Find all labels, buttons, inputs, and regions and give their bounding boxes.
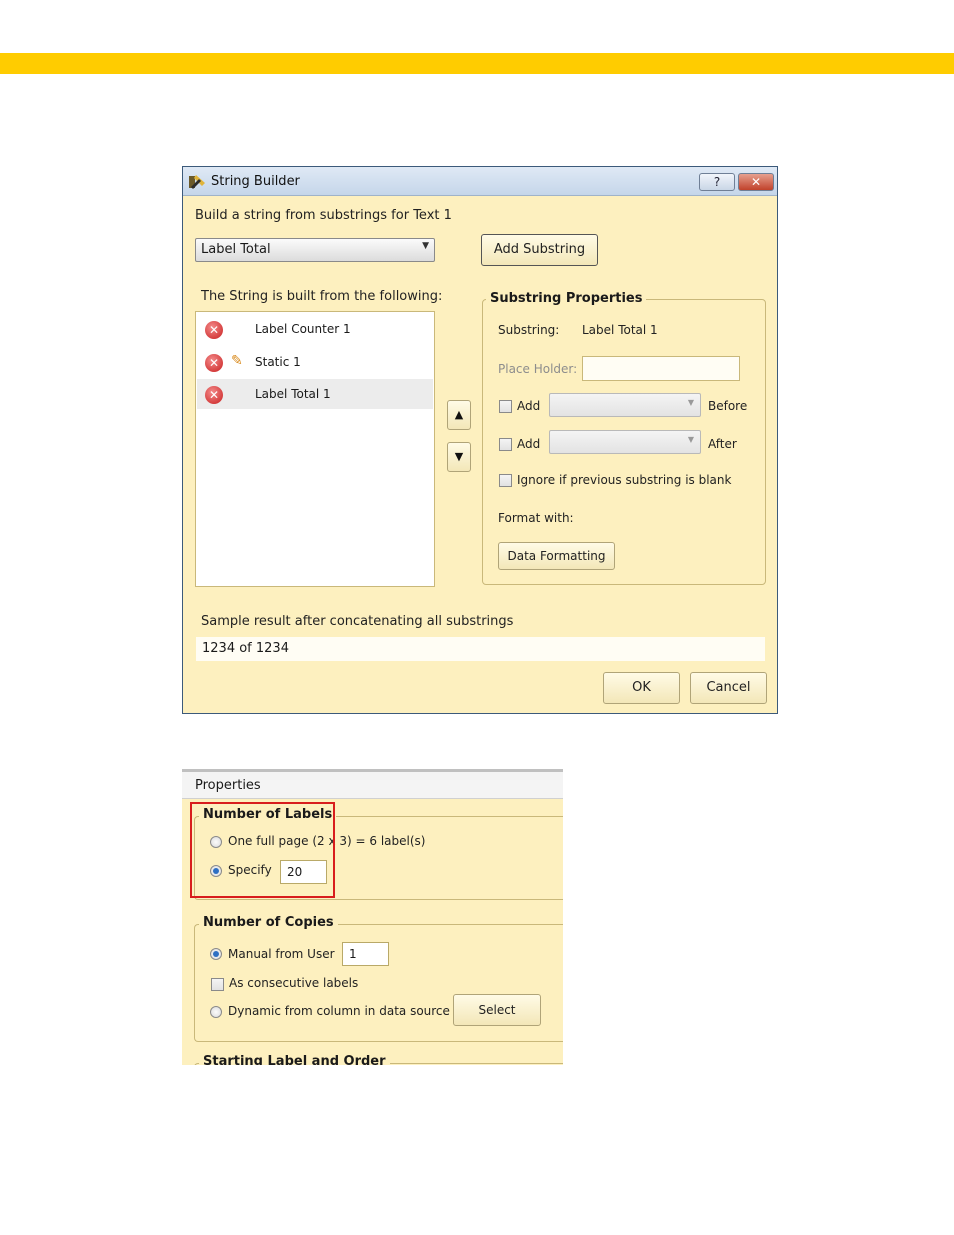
close-button[interactable]: ✕: [738, 173, 774, 191]
manual-from-user-radio[interactable]: [210, 948, 222, 960]
chevron-down-icon: ▼: [687, 435, 694, 444]
substring-value: Label Total 1: [582, 323, 658, 337]
dialog-title: String Builder: [211, 174, 300, 189]
move-down-button[interactable]: ▼: [447, 442, 471, 472]
list-caption: The String is built from the following:: [201, 289, 443, 304]
add-after-checkbox[interactable]: [499, 438, 512, 451]
substring-type-select[interactable]: Label Total ▼: [195, 238, 435, 262]
list-item-label: Static 1: [255, 355, 301, 369]
copies-value: 1: [349, 947, 357, 961]
copies-input[interactable]: 1: [342, 942, 389, 966]
substring-type-value: Label Total: [201, 242, 271, 257]
dynamic-column-label: Dynamic from column in data source: [228, 1004, 450, 1018]
dynamic-column-radio[interactable]: [210, 1006, 222, 1018]
dialog-titlebar: String Builder ? ✕: [183, 167, 777, 196]
add-before-label: Add: [517, 399, 541, 413]
ok-button[interactable]: OK: [603, 672, 680, 704]
add-after-label: Add: [517, 437, 541, 451]
sample-caption: Sample result after concatenating all su…: [201, 614, 514, 629]
list-item[interactable]: ✕ Label Counter 1: [197, 314, 433, 344]
placeholder-label: Place Holder:: [498, 362, 578, 376]
manual-from-user-label: Manual from User: [228, 947, 335, 961]
data-formatting-button[interactable]: Data Formatting: [498, 542, 615, 570]
delete-icon[interactable]: ✕: [205, 354, 223, 372]
add-substring-button[interactable]: Add Substring: [481, 234, 598, 266]
highlight-annotation-box: [190, 802, 335, 898]
move-up-button[interactable]: ▲: [447, 400, 471, 430]
list-item[interactable]: ✕ Label Total 1: [197, 379, 433, 409]
placeholder-input[interactable]: [582, 356, 740, 381]
properties-panel: Properties Number of Labels One full pag…: [182, 769, 563, 1065]
header-accent-band: [0, 53, 954, 74]
consecutive-labels-checkbox[interactable]: [211, 978, 224, 991]
starting-label-title: Starting Label and Order: [199, 1054, 390, 1065]
chevron-down-icon: ▼: [687, 398, 694, 407]
list-item[interactable]: ✕ ✎ Static 1: [197, 347, 433, 377]
string-builder-dialog: String Builder ? ✕ Build a string from s…: [182, 166, 778, 714]
properties-header: Properties: [182, 772, 563, 799]
delete-icon[interactable]: ✕: [205, 386, 223, 404]
list-item-label: Label Total 1: [255, 387, 331, 401]
before-select[interactable]: ▼: [549, 393, 701, 417]
list-item-label: Label Counter 1: [255, 322, 351, 336]
sample-result-value: 1234 of 1234: [202, 641, 289, 656]
add-before-checkbox[interactable]: [499, 400, 512, 413]
delete-icon[interactable]: ✕: [205, 321, 223, 339]
substring-list: ✕ Label Counter 1 ✕ ✎ Static 1 ✕ Label T…: [195, 311, 435, 587]
sample-result-field: 1234 of 1234: [196, 637, 765, 661]
ignore-blank-label: Ignore if previous substring is blank: [517, 473, 732, 487]
help-button[interactable]: ?: [699, 173, 735, 191]
before-label: Before: [708, 399, 748, 413]
after-select[interactable]: ▼: [549, 430, 701, 454]
substring-label: Substring:: [498, 323, 560, 337]
chevron-down-icon: ▼: [422, 241, 429, 251]
string-builder-icon: [189, 175, 205, 189]
cancel-button[interactable]: Cancel: [690, 672, 767, 704]
after-label: After: [708, 437, 737, 451]
consecutive-labels-label: As consecutive labels: [229, 976, 359, 990]
ignore-blank-checkbox[interactable]: [499, 474, 512, 487]
dialog-instruction: Build a string from substrings for Text …: [195, 208, 452, 223]
select-button[interactable]: Select: [453, 994, 541, 1026]
pencil-icon[interactable]: ✎: [231, 353, 243, 369]
properties-title: Properties: [195, 778, 261, 793]
number-of-copies-title: Number of Copies: [199, 915, 338, 930]
substring-properties-title: Substring Properties: [486, 291, 647, 306]
format-with-label: Format with:: [498, 511, 574, 525]
